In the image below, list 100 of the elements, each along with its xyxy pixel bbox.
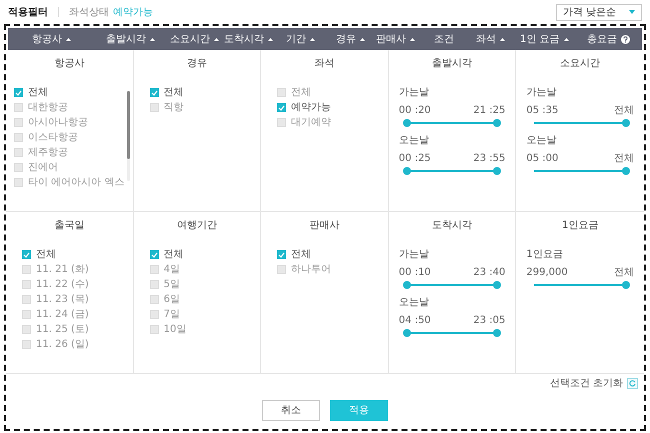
checkbox-label: 제주항공 bbox=[28, 146, 68, 160]
checkbox[interactable] bbox=[150, 280, 159, 289]
help-icon bbox=[621, 34, 630, 44]
checkbox-label: 10일 bbox=[164, 323, 186, 337]
column-header[interactable]: 조건 bbox=[434, 32, 454, 46]
column-header[interactable]: 항공사 bbox=[32, 32, 71, 46]
checkbox[interactable] bbox=[22, 265, 31, 274]
column-header[interactable]: 좌석 bbox=[476, 32, 505, 46]
checkbox-label: 대한항공 bbox=[28, 101, 68, 115]
checkbox[interactable] bbox=[14, 118, 23, 127]
slider-max-value: 전체 bbox=[614, 152, 634, 166]
checkbox[interactable] bbox=[22, 340, 31, 349]
checkbox[interactable] bbox=[14, 133, 23, 142]
checkbox-label: 전체 bbox=[28, 86, 48, 100]
column-header[interactable]: 판매사 bbox=[376, 32, 415, 46]
checkbox[interactable] bbox=[22, 310, 31, 319]
checkbox[interactable] bbox=[14, 178, 23, 187]
filter-value: 예약가능 bbox=[113, 6, 153, 20]
sort-arrow-icon bbox=[410, 38, 415, 40]
slider-label: 가는날 bbox=[398, 248, 430, 262]
checkbox-label: 11. 25 (토) bbox=[36, 323, 89, 337]
check-icon bbox=[278, 104, 286, 110]
checkbox[interactable] bbox=[150, 103, 159, 112]
reset-icon[interactable] bbox=[627, 378, 638, 388]
column-header[interactable]: 경유 bbox=[336, 32, 365, 46]
slider-label: 가는날 bbox=[526, 86, 558, 100]
filter-title: 적용필터 bbox=[8, 6, 48, 20]
checkbox[interactable] bbox=[150, 295, 159, 304]
checkbox-label: 이스타항공 bbox=[28, 131, 78, 145]
panel-title: 출발시각 bbox=[431, 57, 474, 71]
checkbox[interactable] bbox=[277, 88, 286, 97]
column-header[interactable]: 출발시각 bbox=[106, 32, 155, 46]
slider-thumb[interactable] bbox=[402, 329, 411, 337]
checkbox[interactable] bbox=[277, 265, 286, 274]
sort-arrow-icon bbox=[214, 38, 219, 40]
checkbox-label: 4일 bbox=[164, 263, 180, 277]
slider-min-value: 05 :00 bbox=[526, 152, 558, 166]
sort-arrow-icon bbox=[268, 38, 273, 40]
slider-thumb[interactable] bbox=[493, 167, 502, 175]
check-icon bbox=[150, 90, 158, 96]
slider-max-value: 전체 bbox=[614, 104, 634, 118]
column-header[interactable]: 도착시각 bbox=[224, 32, 273, 46]
cancel-button[interactable]: 취소 bbox=[262, 400, 320, 421]
filter-label: 좌석상태 bbox=[69, 6, 109, 20]
checkbox-label: 진에어 bbox=[28, 161, 58, 175]
slider-max-value: 23 :40 bbox=[473, 266, 506, 280]
slider-label: 오는날 bbox=[526, 134, 558, 148]
column-header[interactable]: 총요금 bbox=[587, 32, 630, 46]
sort-arrow-icon bbox=[360, 38, 365, 40]
checkbox[interactable] bbox=[150, 265, 159, 274]
panel-title: 판매사 bbox=[308, 219, 340, 233]
checkbox[interactable] bbox=[150, 310, 159, 319]
column-header[interactable]: 1인 요금 bbox=[520, 32, 569, 46]
checkbox[interactable] bbox=[14, 88, 23, 97]
checkbox[interactable] bbox=[22, 250, 31, 259]
panel-title: 항공사 bbox=[53, 57, 86, 71]
checkbox[interactable] bbox=[14, 163, 23, 172]
slider-max-value: 전체 bbox=[614, 266, 634, 280]
sort-arrow-icon bbox=[564, 38, 569, 40]
sort-arrow-icon bbox=[150, 38, 155, 40]
slider-thumb[interactable] bbox=[493, 329, 502, 337]
slider-thumb[interactable] bbox=[402, 119, 411, 127]
checkbox[interactable] bbox=[22, 325, 31, 334]
checkbox[interactable] bbox=[277, 250, 286, 259]
checkbox[interactable] bbox=[22, 295, 31, 304]
checkbox-label: 전체 bbox=[291, 86, 312, 100]
column-header[interactable]: 소요시간 bbox=[170, 32, 219, 46]
check-icon bbox=[15, 90, 22, 96]
slider-thumb[interactable] bbox=[402, 167, 411, 175]
checkbox-label: 11. 21 (화) bbox=[36, 263, 89, 277]
checkbox-label: 11. 26 (일) bbox=[36, 338, 89, 352]
checkbox-label: 11. 22 (수) bbox=[36, 278, 89, 292]
slider-thumb[interactable] bbox=[622, 281, 630, 289]
checkbox[interactable] bbox=[14, 148, 23, 157]
checkbox-label: 타이 에어아시아 엑스 bbox=[28, 176, 124, 190]
slider-label: 오는날 bbox=[398, 296, 430, 310]
check-icon bbox=[278, 252, 286, 258]
checkbox-label: 대기예약 bbox=[291, 116, 332, 130]
checkbox[interactable] bbox=[277, 103, 286, 112]
slider-min-value: 04 :50 bbox=[398, 314, 431, 328]
checkbox[interactable] bbox=[150, 325, 159, 334]
checkbox[interactable] bbox=[150, 250, 159, 259]
checkbox-label: 예약가능 bbox=[291, 101, 332, 115]
scrollbar[interactable] bbox=[127, 91, 130, 181]
slider-thumb[interactable] bbox=[622, 167, 630, 175]
column-header[interactable]: 기간 bbox=[286, 32, 315, 46]
slider-thumb[interactable] bbox=[402, 281, 411, 289]
checkbox[interactable] bbox=[277, 118, 286, 127]
sort-dropdown[interactable]: 가격 낮은순 bbox=[556, 4, 642, 20]
slider-thumb[interactable] bbox=[493, 281, 502, 289]
panel-title: 여행기간 bbox=[176, 219, 218, 233]
checkbox[interactable] bbox=[150, 88, 159, 97]
checkbox[interactable] bbox=[14, 103, 23, 112]
checkbox-label: 전체 bbox=[291, 248, 312, 262]
slider-thumb[interactable] bbox=[622, 119, 630, 127]
checkbox-label: 전체 bbox=[164, 86, 184, 100]
caret-icon bbox=[629, 10, 635, 14]
checkbox[interactable] bbox=[22, 280, 31, 289]
slider-thumb[interactable] bbox=[493, 119, 502, 127]
checkbox-label: 7일 bbox=[164, 308, 180, 322]
